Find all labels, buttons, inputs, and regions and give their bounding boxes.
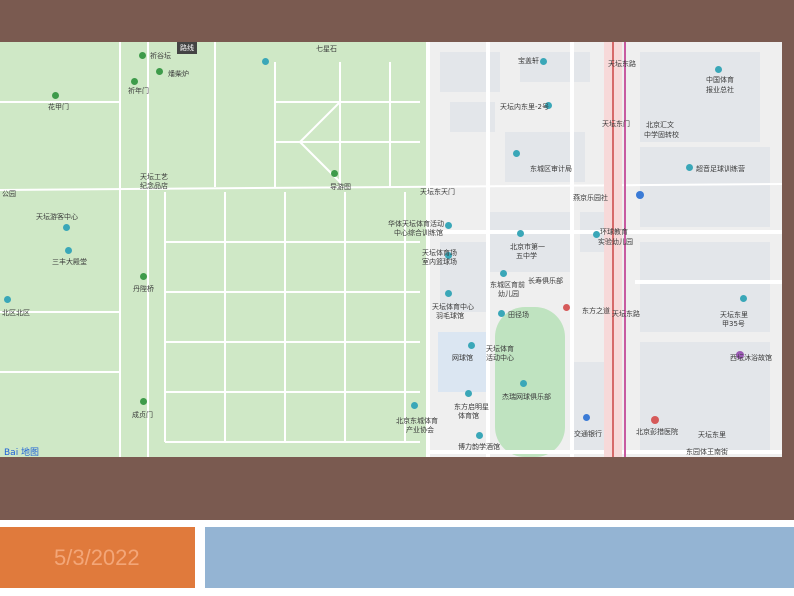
bank-icon[interactable]	[583, 414, 590, 421]
map-label[interactable]: 燔柴炉	[168, 70, 189, 78]
route-tag[interactable]: 路线	[177, 42, 197, 54]
map-label[interactable]: 天坛工艺	[140, 173, 168, 181]
map-label[interactable]: 纪念品店	[140, 182, 168, 190]
poi-icon[interactable]	[411, 402, 418, 409]
poi-icon[interactable]	[465, 390, 472, 397]
poi-icon[interactable]	[52, 92, 59, 99]
map-label[interactable]: 网球馆	[452, 354, 473, 362]
map-label[interactable]: 中国体育	[706, 76, 734, 84]
map-label[interactable]: 实验幼儿园	[598, 238, 633, 246]
map-label[interactable]: 田径场	[508, 311, 529, 319]
map-label[interactable]: 华体天坛体育活动	[388, 220, 444, 228]
map-label[interactable]: 幼儿园	[498, 290, 519, 298]
poi-icon[interactable]	[131, 78, 138, 85]
map-label[interactable]: 中心综合训练馆	[394, 229, 443, 237]
poi-icon[interactable]	[262, 58, 269, 65]
map-label[interactable]: 三丰大殿堂	[52, 258, 87, 266]
map-label[interactable]: 天坛体育中心	[432, 303, 474, 311]
map-label[interactable]: 宝盖轩	[518, 57, 539, 65]
poi-icon[interactable]	[331, 170, 338, 177]
map-label[interactable]: 天坛东里	[720, 311, 748, 319]
map-label[interactable]: 天坛游客中心	[36, 213, 78, 221]
map-label[interactable]: 公园	[2, 190, 16, 198]
map-label[interactable]: 导游图	[330, 183, 351, 191]
poi-icon[interactable]	[140, 273, 147, 280]
map-label[interactable]: 天坛东路	[612, 310, 640, 318]
poi-icon[interactable]	[498, 310, 505, 317]
map-label[interactable]: 长寿俱乐部	[528, 277, 563, 285]
map-label[interactable]: 七星石	[316, 45, 337, 53]
map-label[interactable]: 成贞门	[132, 411, 153, 419]
map-label[interactable]: 东城区审计局	[530, 165, 572, 173]
map-label[interactable]: 超音足球训练营	[696, 165, 745, 173]
poi-icon[interactable]	[740, 295, 747, 302]
map-label[interactable]: 北京东城体育	[396, 417, 438, 425]
poi-icon[interactable]	[540, 58, 547, 65]
poi-icon[interactable]	[593, 231, 600, 238]
map-label[interactable]: 室内篮球场	[422, 258, 457, 266]
poi-icon[interactable]	[139, 52, 146, 59]
footer-right-block	[205, 527, 794, 588]
poi-icon[interactable]	[156, 68, 163, 75]
map-label[interactable]: 北京彭措医院	[636, 428, 678, 436]
map-label[interactable]: 东方启明星	[454, 403, 489, 411]
map-label[interactable]: 东园体王南街	[686, 448, 728, 456]
poi-icon[interactable]	[520, 380, 527, 387]
poi-icon[interactable]	[563, 304, 570, 311]
poi-icon[interactable]	[65, 247, 72, 254]
poi-icon[interactable]	[513, 150, 520, 157]
poi-icon[interactable]	[715, 66, 722, 73]
poi-icon[interactable]	[476, 432, 483, 439]
map-label[interactable]: 中学固转校	[644, 131, 679, 139]
poi-icon[interactable]	[140, 398, 147, 405]
map-canvas	[0, 42, 782, 457]
poi-icon[interactable]	[63, 224, 70, 231]
map-label[interactable]: 西坛沐浴故馆	[730, 354, 772, 362]
map-label[interactable]: 天坛东门	[602, 120, 630, 128]
poi-icon[interactable]	[686, 164, 693, 171]
map-label[interactable]: 东城区育前	[490, 281, 525, 289]
map-view[interactable]: 七星石祈谷坛燔柴炉祈年门花甲门天坛工艺 纪念品店 导游图公园天坛游客中心三丰大殿堂丹…	[0, 42, 782, 457]
map-label[interactable]: 东方之道	[582, 307, 610, 315]
poi-icon[interactable]	[517, 230, 524, 237]
map-label[interactable]: 丹陛桥	[133, 285, 154, 293]
map-label[interactable]: 报业总社	[706, 86, 734, 94]
hospital-icon[interactable]	[651, 416, 659, 424]
map-label[interactable]: 天坛体育	[486, 345, 514, 353]
map-label[interactable]: 活动中心	[486, 354, 514, 362]
map-label[interactable]: 天坛东天门	[420, 188, 455, 196]
map-label[interactable]: 交通银行	[574, 430, 602, 438]
map-label[interactable]: 天坛体育场	[422, 249, 457, 257]
map-label[interactable]: 五中学	[516, 252, 537, 260]
footer-divider	[0, 520, 794, 524]
poi-icon[interactable]	[445, 290, 452, 297]
map-label[interactable]: 北区北区	[2, 309, 30, 317]
map-label[interactable]: 杰瑞网球俱乐部	[502, 393, 551, 401]
map-label[interactable]: 祈谷坛	[150, 52, 171, 60]
map-label[interactable]: 天坛内东里-2号	[500, 103, 549, 111]
subway-station-icon[interactable]	[636, 191, 644, 199]
map-label[interactable]: 北京市第一	[510, 243, 545, 251]
poi-icon[interactable]	[4, 296, 11, 303]
map-label[interactable]: 博力韵学酒馆	[458, 443, 500, 451]
map-label[interactable]: 环球教育	[600, 228, 628, 236]
map-label[interactable]: 燕京乐园社	[573, 194, 608, 202]
map-label[interactable]: 祈年门	[128, 87, 149, 95]
map-label[interactable]: 羽毛球馆	[436, 312, 464, 320]
poi-icon[interactable]	[445, 222, 452, 229]
map-label[interactable]: 天坛东里	[698, 431, 726, 439]
poi-icon[interactable]	[468, 342, 475, 349]
court-area	[438, 332, 488, 392]
poi-icon[interactable]	[500, 270, 507, 277]
map-label[interactable]: 花甲门	[48, 103, 69, 111]
map-label[interactable]: 北京汇文	[646, 121, 674, 129]
map-label[interactable]: 甲35号	[722, 320, 745, 328]
track-field	[495, 307, 565, 457]
map-label[interactable]: 天坛东路	[608, 60, 636, 68]
date-label: 5/3/2022	[54, 545, 140, 570]
map-label[interactable]: 体育馆	[458, 412, 479, 420]
map-logo: Bai 地图	[4, 448, 40, 458]
map-label[interactable]: 产业协会	[406, 426, 434, 434]
